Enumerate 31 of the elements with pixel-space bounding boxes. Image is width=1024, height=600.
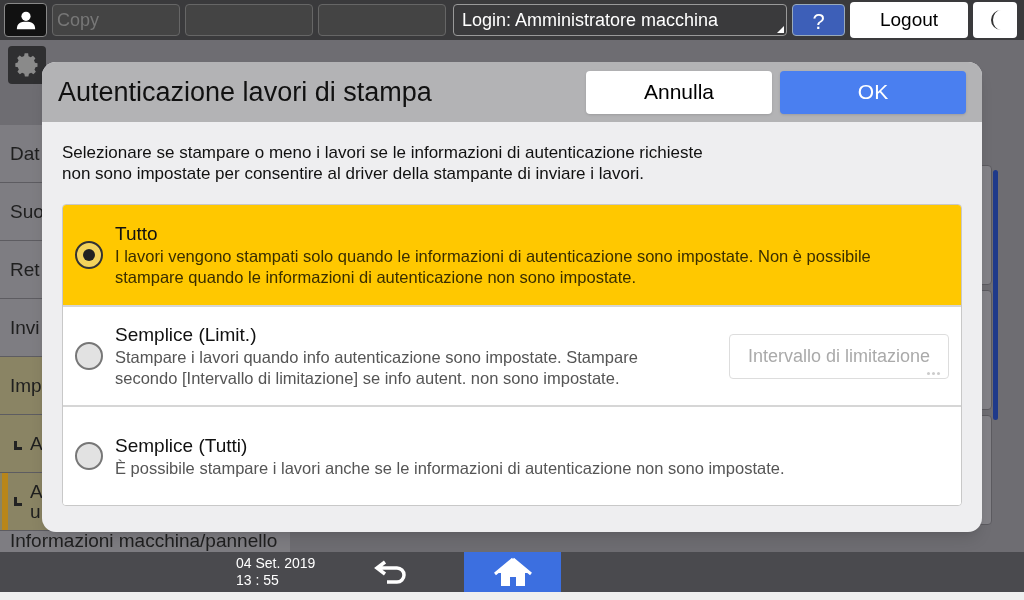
- help-button[interactable]: ?: [792, 4, 845, 36]
- option-title: Semplice (Limit.): [115, 323, 258, 347]
- radio-button[interactable]: [75, 342, 103, 370]
- date-text: 04 Set. 2019: [236, 555, 317, 572]
- dropdown-corner-icon: [777, 26, 784, 33]
- cancel-button[interactable]: Annulla: [586, 70, 772, 114]
- more-icon: [927, 371, 940, 375]
- option-description: I lavori vengono stampati solo quando le informazioni di autenticazione sono impostate. Non è possibile stampare quando le informazioni di autenticazione non sono impostate.: [115, 246, 872, 288]
- dark-mode-button[interactable]: [973, 2, 1017, 38]
- option-title: Semplice (Tutti): [115, 433, 249, 458]
- gear-icon[interactable]: [8, 46, 46, 84]
- home-button[interactable]: [464, 552, 561, 592]
- ok-button[interactable]: OK: [780, 70, 966, 114]
- option-title: Tutto: [115, 222, 159, 246]
- option-description: È possibile stampare i lavori anche se le informazioni di autenticazione non sono impostate.: [115, 457, 786, 479]
- indent-icon: [14, 441, 22, 450]
- time-text: 13 : 55: [236, 572, 280, 589]
- dialog-description: Selezionare se stampare o meno i lavori se le informazioni di autenticazione richieste non sono impostate per consentire al driver della stampante di inviare i lavori.: [61, 142, 704, 184]
- radio-button[interactable]: [75, 241, 103, 269]
- logout-button[interactable]: Logout: [850, 2, 968, 38]
- option-row[interactable]: Semplice (Tutti) È possibile stampare i lavori anche se le informazioni di autenticazione non sono impostate.: [63, 405, 961, 505]
- option-description: Stampare i lavori quando info autenticazione sono impostate. Stampare secondo [Intervallo di limitazione] se info autent. non sono impostate.: [115, 347, 639, 389]
- dialog-title: Autenticazione lavori di stampa: [58, 75, 433, 109]
- sidebar-item[interactable]: Informazioni macchina/pannello: [0, 531, 290, 552]
- radio-button[interactable]: [75, 442, 103, 470]
- option-row[interactable]: Tutto I lavori vengono stampati solo quando le informazioni di autenticazione sono impostate. Non è possibile stampare quando le informazioni di autenticazione non sono impostate.: [63, 205, 961, 305]
- indent-icon: [14, 497, 22, 506]
- scrollbar[interactable]: [993, 170, 998, 420]
- user-icon[interactable]: [4, 3, 47, 37]
- home-icon: [492, 556, 533, 588]
- login-dropdown[interactable]: Login: Amministratore macchina: [453, 4, 787, 36]
